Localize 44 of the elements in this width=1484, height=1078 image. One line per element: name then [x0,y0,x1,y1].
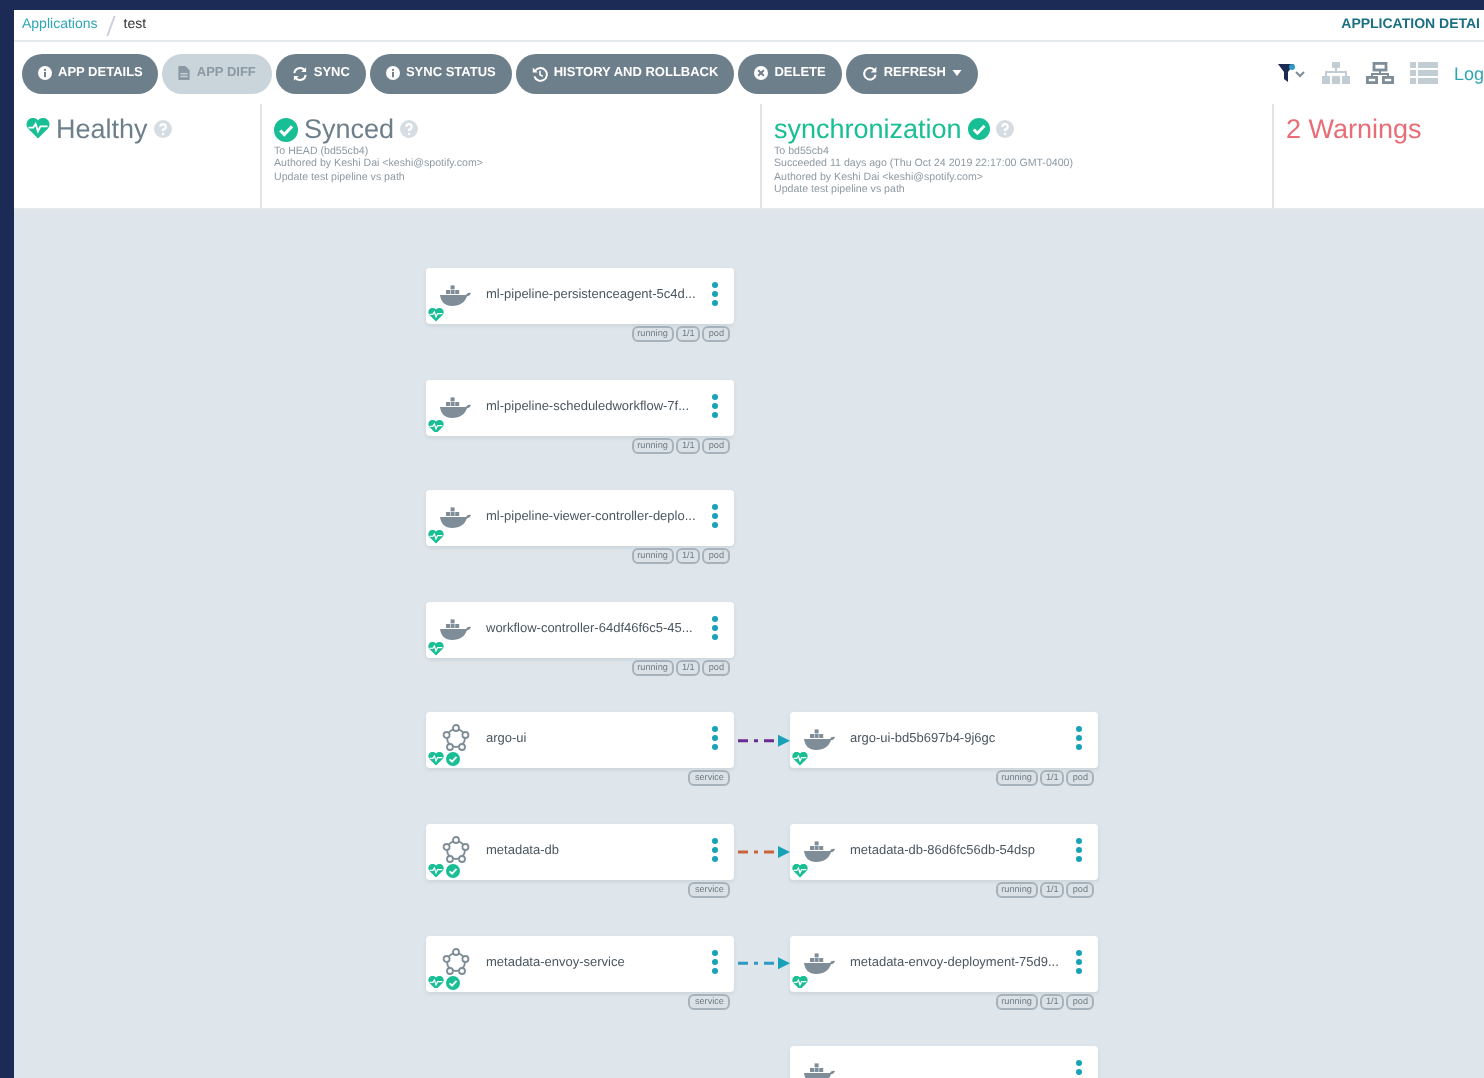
container-whale-icon [804,1062,836,1078]
filter-icon [1277,64,1306,82]
menu-icon[interactable] [712,726,718,751]
service-icon [442,724,470,753]
menu-icon[interactable] [1076,726,1082,751]
menu-icon[interactable] [712,393,718,418]
view-button[interactable] [1277,64,1306,82]
container-whale-icon [804,728,836,751]
container-whale-icon [440,506,472,529]
check-icon [446,975,460,990]
container-whale-icon [440,284,472,306]
container-whale-icon [804,951,836,974]
check-icon [446,864,460,878]
menu-icon[interactable] [712,949,718,974]
service-icon [442,836,470,864]
menu-icon[interactable] [1076,1060,1082,1078]
menu-icon[interactable] [712,838,718,862]
refresh-icon [861,65,878,81]
check-icon [967,118,990,140]
delete-icon [754,66,769,80]
container-whale-icon [804,840,836,862]
menu-icon[interactable] [1076,949,1082,974]
menu-icon[interactable] [712,615,718,640]
menu-icon[interactable] [712,504,718,529]
sync-icon [291,65,308,81]
caret-icon [951,70,962,76]
container-whale-icon [440,395,472,418]
operation-title: synchronization [774,114,962,144]
list-icon [1409,62,1438,84]
check-icon [274,117,298,141]
health-status: Healthy [56,114,148,144]
file-icon [178,66,191,80]
menu-icon[interactable] [712,282,718,306]
menu-icon[interactable] [1076,838,1082,862]
info-icon [38,66,52,80]
history-icon [531,65,548,81]
info-icon [385,66,400,80]
heart-icon [26,118,50,140]
network-icon [1365,62,1394,84]
container-whale-icon [440,617,472,640]
check-icon [446,752,460,767]
sync-status: Synced [304,114,395,144]
service-icon [442,947,470,976]
tree-icon [1321,62,1350,84]
